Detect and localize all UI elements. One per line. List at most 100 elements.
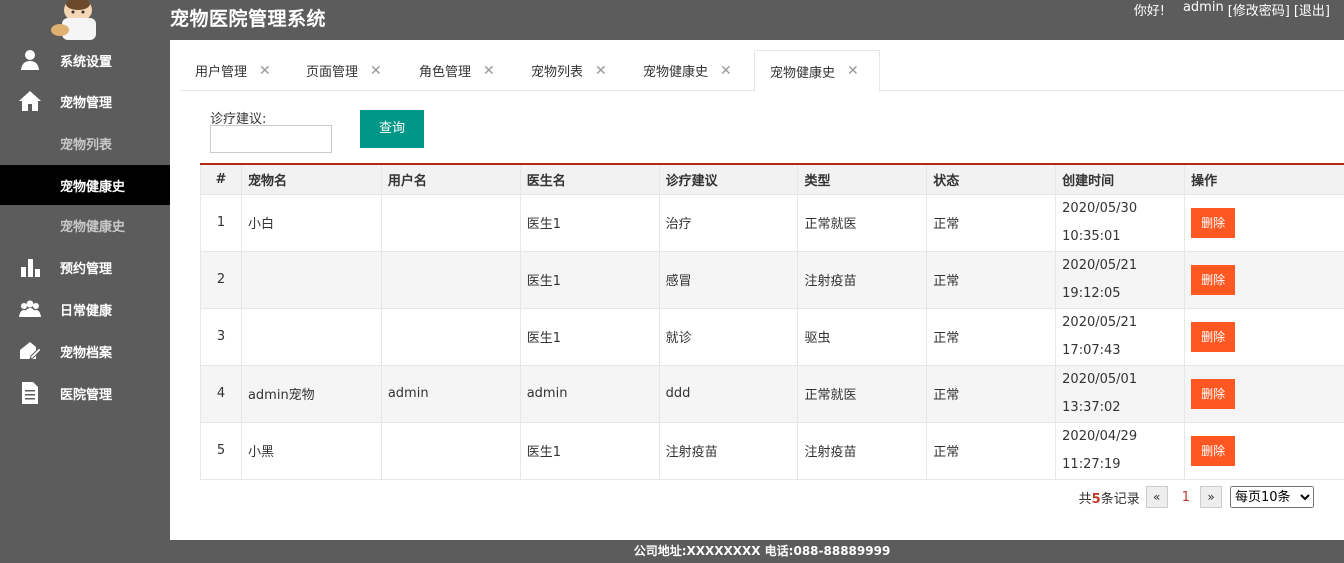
delete-button[interactable]: 删除 — [1191, 264, 1236, 295]
advice-search-input[interactable] — [210, 125, 332, 153]
tab-user-management[interactable]: 用户管理 ✕ — [180, 50, 290, 91]
sidebar-item-label: 日常健康 — [60, 303, 113, 319]
logout-link[interactable]: [退出] — [1294, 0, 1330, 19]
tab-page-management[interactable]: 页面管理 ✕ — [291, 50, 403, 91]
sidebar-item-pet-records[interactable]: 宠物档案 — [0, 331, 170, 371]
row-number: 1 — [200, 193, 242, 252]
user-icon — [18, 48, 42, 72]
table-row: 2 医生1 感冒 注射疫苗 正常 2020/05/21 19:12:05 删除 — [200, 250, 1344, 309]
close-icon[interactable]: ✕ — [720, 63, 732, 79]
delete-button[interactable]: 删除 — [1191, 321, 1236, 352]
logo — [48, 0, 110, 40]
prev-page-button[interactable]: « — [1145, 486, 1168, 508]
sidebar-item-label: 宠物管理 — [60, 95, 113, 111]
health-history-table: # 宠物名 用户名 医生名 诊疗建议 类型 状态 创建时间 操作 1 小白 医生… — [200, 163, 1344, 480]
created-date: 2020/05/21 — [1062, 314, 1138, 330]
count-suffix: 条记录 — [1100, 491, 1140, 507]
status-cell: 正常 — [926, 193, 1057, 252]
user-name-cell — [380, 307, 521, 366]
action-cell: 删除 — [1184, 307, 1344, 366]
doctor-name-cell: 医生1 — [519, 250, 660, 309]
tab-role-management[interactable]: 角色管理 ✕ — [404, 50, 516, 91]
tab-pet-health-history-active[interactable]: 宠物健康史 ✕ — [754, 50, 880, 92]
close-icon[interactable]: ✕ — [259, 63, 271, 79]
created-time-cell: 2020/05/21 19:12:05 — [1055, 250, 1186, 309]
column-header: 用户名 — [380, 163, 521, 195]
users-icon — [18, 297, 42, 321]
sidebar-subitem-pet-health-history[interactable]: 宠物健康史 — [0, 205, 170, 245]
home-icon — [18, 89, 42, 113]
close-icon[interactable]: ✕ — [483, 63, 495, 79]
action-cell: 删除 — [1184, 250, 1344, 309]
action-cell: 删除 — [1184, 421, 1344, 480]
current-page[interactable]: 1 — [1182, 490, 1190, 505]
delete-button[interactable]: 删除 — [1191, 207, 1236, 238]
delete-button[interactable]: 删除 — [1191, 435, 1236, 466]
pet-name-cell — [240, 250, 382, 309]
type-cell: 驱虫 — [797, 307, 928, 366]
advice-cell: 感冒 — [658, 250, 799, 309]
table-row: 1 小白 医生1 治疗 正常就医 正常 2020/05/30 10:35:01 删… — [200, 193, 1344, 252]
type-cell: 注射疫苗 — [797, 421, 928, 480]
row-number: 5 — [200, 421, 242, 480]
advice-cell: 治疗 — [658, 193, 799, 252]
tab-bar: 用户管理 ✕ 页面管理 ✕ 角色管理 ✕ 宠物列表 ✕ 宠物健康史 ✕ 宠物健康史 ✕ — [180, 50, 1344, 92]
status-cell: 正常 — [926, 250, 1057, 309]
tab-pet-list[interactable]: 宠物列表 ✕ — [516, 50, 628, 91]
created-clock: 10:35:01 — [1062, 228, 1121, 244]
sidebar: 系统设置 宠物管理 宠物列表 宠物健康史 宠物健康史 预约管理 日常健康 宠物档… — [0, 40, 170, 540]
user-name-cell — [380, 193, 521, 252]
created-clock: 19:12:05 — [1062, 285, 1121, 301]
close-icon[interactable]: ✕ — [847, 63, 859, 79]
pagination: 共5条记录 « 1 » 每页10条 — [1079, 486, 1314, 508]
created-clock: 13:37:02 — [1062, 399, 1121, 415]
pet-name-cell: 小黑 — [240, 421, 382, 480]
sidebar-item-daily-health[interactable]: 日常健康 — [0, 289, 170, 329]
sidebar-item-pet-management[interactable]: 宠物管理 — [0, 81, 170, 121]
created-date: 2020/05/01 — [1062, 371, 1138, 387]
page-size-select[interactable]: 每页10条 — [1230, 486, 1314, 508]
column-header: 类型 — [797, 163, 928, 195]
tab-pet-health-history[interactable]: 宠物健康史 ✕ — [628, 50, 754, 91]
table-row: 5 小黑 医生1 注射疫苗 注射疫苗 正常 2020/04/29 11:27:19… — [200, 421, 1344, 480]
query-button[interactable]: 查询 — [360, 110, 424, 148]
edit-icon — [18, 339, 42, 363]
sidebar-item-label: 宠物列表 — [60, 137, 113, 153]
pet-name-cell — [240, 307, 382, 366]
document-icon — [18, 381, 42, 405]
column-header: # — [200, 163, 242, 195]
user-name-cell — [380, 421, 521, 480]
footer-text: 公司地址:XXXXXXXX 电话:088-88889999 — [633, 544, 891, 558]
sidebar-item-appointments[interactable]: 预约管理 — [0, 247, 170, 287]
change-password-link[interactable]: [修改密码] — [1228, 0, 1290, 19]
column-header: 状态 — [926, 163, 1057, 195]
user-name-cell: admin — [380, 364, 521, 423]
next-page-button[interactable]: » — [1200, 486, 1222, 508]
created-date: 2020/05/30 — [1062, 200, 1138, 216]
sidebar-subitem-pet-list[interactable]: 宠物列表 — [0, 123, 170, 163]
sidebar-item-hospital-management[interactable]: 医院管理 — [0, 373, 170, 413]
sidebar-item-system-settings[interactable]: 系统设置 — [0, 40, 170, 80]
close-icon[interactable]: ✕ — [595, 63, 607, 79]
table-header-row: # 宠物名 用户名 医生名 诊疗建议 类型 状态 创建时间 操作 — [200, 163, 1344, 195]
status-cell: 正常 — [926, 421, 1057, 480]
column-header: 诊疗建议 — [658, 163, 799, 195]
sidebar-item-label: 预约管理 — [60, 261, 113, 277]
delete-button[interactable]: 删除 — [1191, 378, 1236, 409]
count-value: 5 — [1091, 491, 1101, 507]
sidebar-subitem-pet-health-history-active[interactable]: 宠物健康史 — [0, 165, 170, 205]
top-bar: 宠物医院管理系统 你好! admin [修改密码] [退出] — [0, 0, 1344, 40]
status-cell: 正常 — [926, 307, 1057, 366]
sidebar-item-label: 系统设置 — [60, 54, 113, 70]
tab-label: 用户管理 — [195, 65, 248, 80]
close-icon[interactable]: ✕ — [370, 63, 382, 79]
created-time-cell: 2020/05/30 10:35:01 — [1055, 193, 1186, 252]
sidebar-item-label: 医院管理 — [60, 387, 113, 403]
status-cell: 正常 — [926, 364, 1057, 423]
doctor-name-cell: 医生1 — [519, 421, 660, 480]
advice-cell: 注射疫苗 — [658, 421, 799, 480]
main-content: 用户管理 ✕ 页面管理 ✕ 角色管理 ✕ 宠物列表 ✕ 宠物健康史 ✕ 宠物健康史 ✕ 诊疗… — [170, 40, 1344, 540]
tab-label: 页面管理 — [306, 65, 359, 80]
type-cell: 注射疫苗 — [797, 250, 928, 309]
record-count: 共5条记录 — [1079, 488, 1140, 507]
